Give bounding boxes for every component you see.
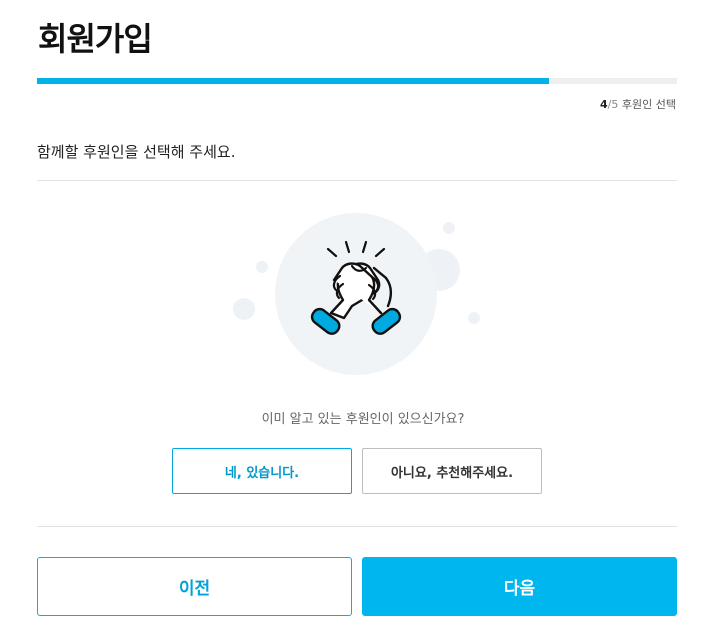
- bubble-decoration: [418, 249, 460, 291]
- instruction-text: 함께할 후원인을 선택해 주세요.: [37, 143, 236, 161]
- bubble-decoration: [256, 261, 268, 273]
- step-name: 후원인 선택: [621, 98, 676, 111]
- handshake-icon: [310, 240, 402, 335]
- progress-bar-fill: [37, 78, 549, 84]
- prev-button[interactable]: 이전: [37, 557, 352, 616]
- illustration-background-circle: [275, 213, 437, 375]
- handshake-illustration: [233, 213, 480, 375]
- yes-button[interactable]: 네, 있습니다.: [172, 448, 352, 494]
- no-button[interactable]: 아니요, 추천해주세요.: [362, 448, 542, 494]
- divider-bottom: [37, 526, 677, 527]
- progress-bar: [37, 78, 677, 84]
- bubble-decoration: [233, 298, 255, 320]
- question-text: 이미 알고 있는 후원인이 있으신가요?: [261, 412, 465, 427]
- step-current: 4: [600, 98, 608, 111]
- next-button[interactable]: 다음: [362, 557, 677, 616]
- divider-top: [37, 180, 677, 181]
- page-title: 회원가입: [38, 20, 153, 58]
- step-indicator: 4/5 후원인 선택: [600, 96, 676, 112]
- bubble-decoration: [468, 312, 480, 324]
- step-total: 5: [611, 98, 619, 111]
- bubble-decoration: [443, 222, 455, 234]
